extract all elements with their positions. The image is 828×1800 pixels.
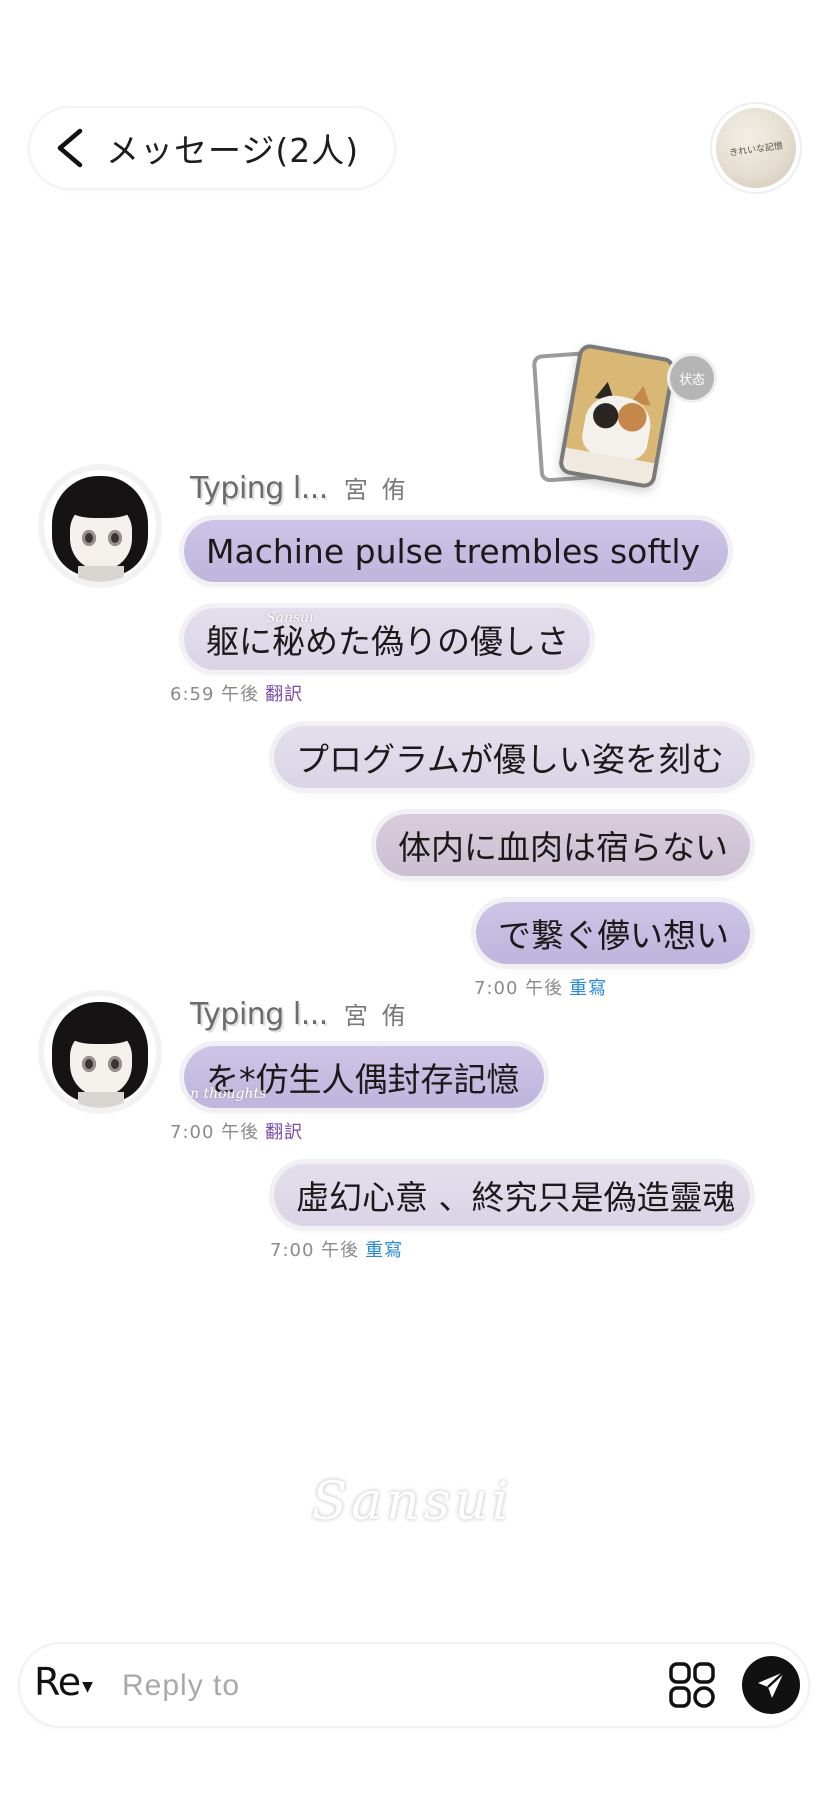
avatar[interactable] — [44, 470, 156, 582]
timestamp: 7:00 午後 — [270, 1240, 360, 1261]
message-meta: 7:00 午後 重寫 — [474, 974, 607, 1000]
send-button[interactable] — [742, 1656, 800, 1714]
rewrite-link[interactable]: 重寫 — [569, 974, 607, 1000]
paper-plane-icon — [758, 1671, 785, 1698]
message-text: プログラムが優しい姿を刻む — [296, 740, 725, 779]
timestamp: 7:00 午後 — [170, 1122, 260, 1143]
sender-name: 宮 侑 — [343, 1002, 409, 1030]
message-bubble[interactable]: 躯に秘めた偽りの優しさ — [184, 608, 590, 670]
message-text: 虛幻心意 、終究只是偽造靈魂 — [296, 1178, 736, 1217]
message-meta: 6:59 午後 翻訳 — [170, 680, 303, 706]
translate-link[interactable]: 翻訳 — [265, 680, 303, 706]
sender-name: 宮 侑 — [343, 476, 409, 504]
reply-mode-label: Re — [34, 1660, 81, 1704]
message-text: Machine pulse trembles softly — [206, 531, 701, 571]
reply-input[interactable] — [120, 1660, 664, 1712]
timestamp: 7:00 午後 — [474, 978, 564, 999]
reply-mode-dropdown[interactable]: Re ▼ — [34, 1660, 93, 1704]
message-bubble[interactable]: Machine pulse trembles softly — [184, 520, 728, 582]
status-badge[interactable]: 状态 — [670, 356, 714, 400]
avatar-text: きれいな記憶 — [728, 140, 784, 159]
message-bubble[interactable]: 体内に血肉は宿らない — [376, 814, 750, 876]
message-text: 躯に秘めた偽りの優しさ — [206, 622, 569, 661]
status-photo — [557, 342, 677, 490]
page-title: メッセージ(2人) — [106, 131, 360, 170]
caret-down-icon: ▼ — [82, 1679, 93, 1695]
chevron-left-icon — [52, 127, 94, 169]
composer-bar: Re ▼ — [20, 1644, 808, 1726]
watermark: Sansui — [311, 1472, 513, 1532]
watermark-small: Sansui — [266, 610, 314, 626]
header-avatar[interactable]: きれいな記憶 — [716, 108, 796, 188]
message-bubble[interactable]: 虛幻心意 、終究只是偽造靈魂 — [274, 1164, 750, 1226]
watermark-small: n thoughts — [190, 1086, 267, 1102]
typing-indicator: Typing l... — [190, 997, 328, 1032]
sender-row: Typing l... 宮 侑 — [190, 470, 408, 506]
rewrite-link[interactable]: 重寫 — [365, 1236, 403, 1262]
message-meta: 7:00 午後 重寫 — [270, 1236, 403, 1262]
back-button[interactable]: メッセージ(2人) — [30, 108, 394, 188]
apps-grid-icon[interactable] — [668, 1661, 716, 1709]
message-text: 体内に血肉は宿らない — [398, 828, 728, 867]
message-text: で繋ぐ儚い想い — [498, 916, 729, 955]
message-bubble[interactable]: で繋ぐ儚い想い — [476, 902, 750, 964]
sender-row: Typing l... 宮 侑 — [190, 996, 408, 1032]
message-bubble[interactable]: プログラムが優しい姿を刻む — [274, 726, 750, 788]
message-meta: 7:00 午後 翻訳 — [170, 1118, 303, 1144]
status-card[interactable]: 状态 — [531, 342, 722, 494]
timestamp: 6:59 午後 — [170, 684, 260, 705]
translate-link[interactable]: 翻訳 — [265, 1118, 303, 1144]
typing-indicator: Typing l... — [190, 471, 328, 506]
avatar[interactable] — [44, 996, 156, 1108]
